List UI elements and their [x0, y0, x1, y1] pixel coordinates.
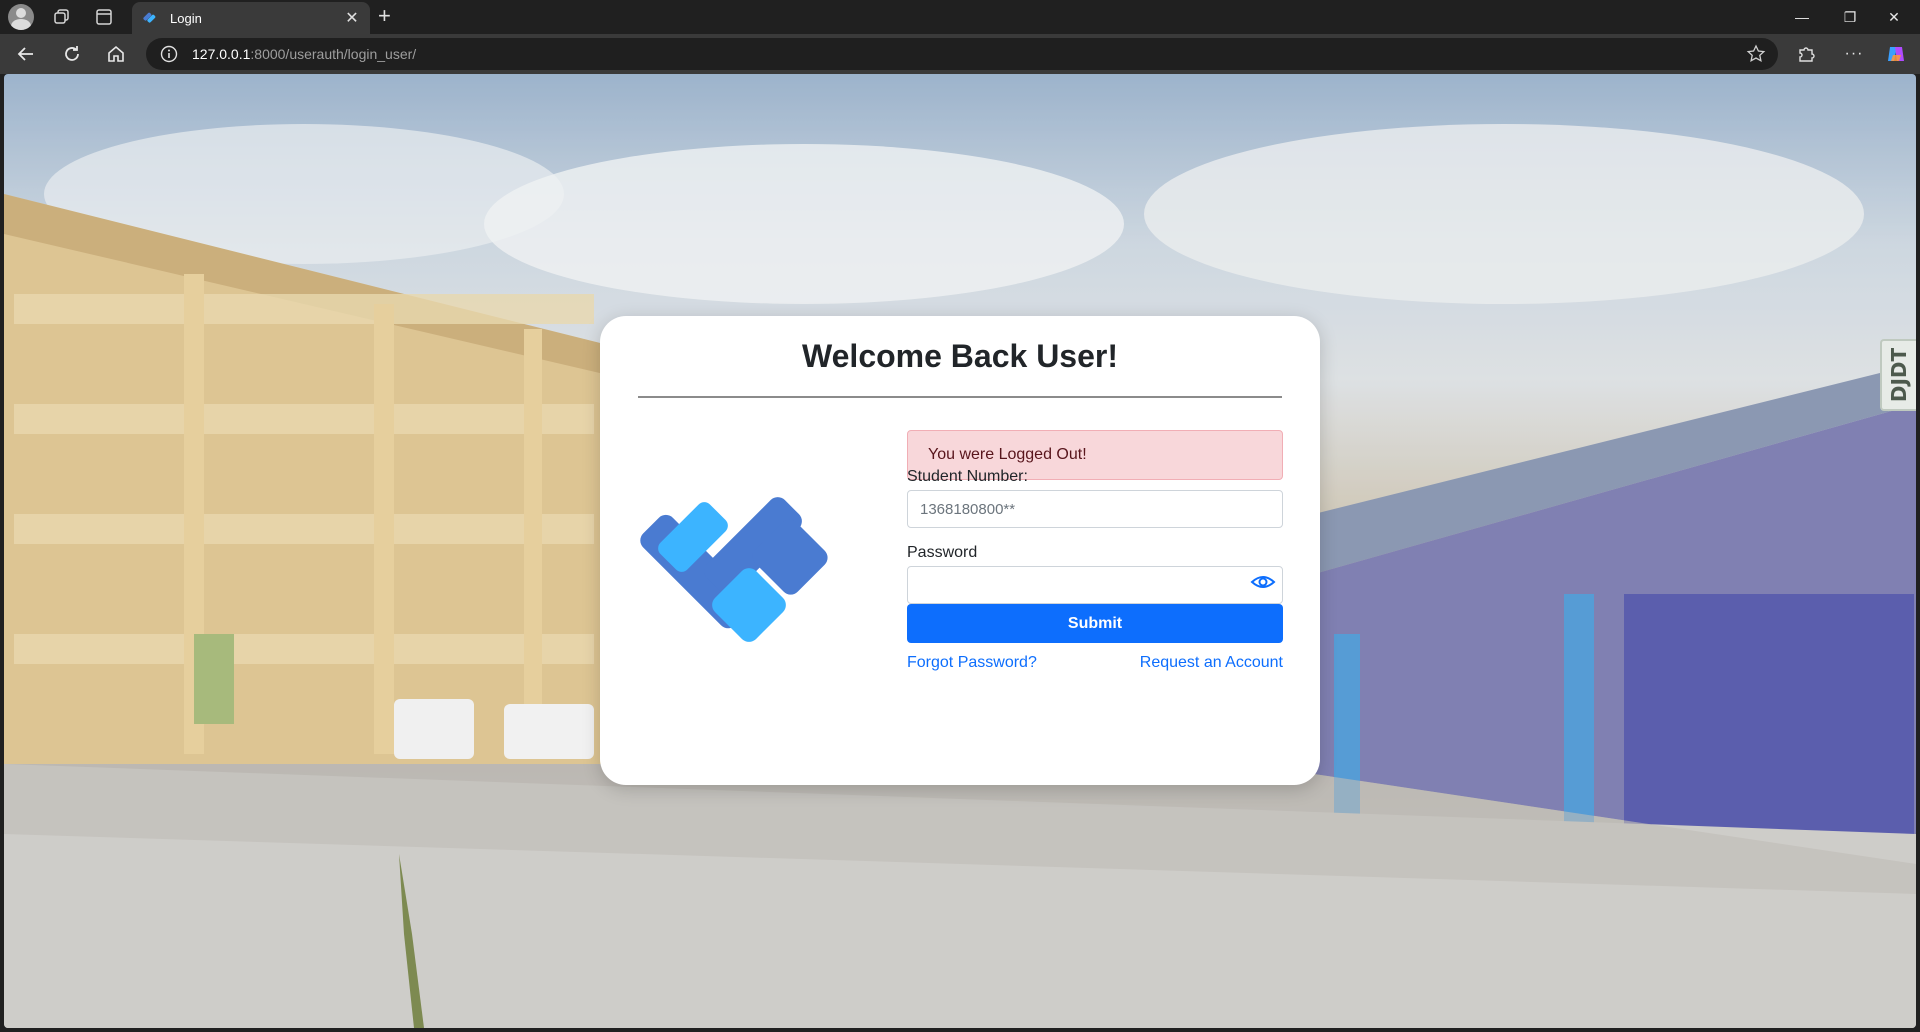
close-window-button[interactable]: ✕ — [1872, 3, 1916, 31]
password-label: Password — [907, 544, 978, 561]
site-favicon-icon — [143, 12, 156, 23]
page-viewport: Welcome Back User! You were Logged Out! … — [4, 74, 1916, 1028]
password-input[interactable] — [907, 566, 1283, 604]
forgot-password-link[interactable]: Forgot Password? — [907, 654, 1037, 672]
student-number-label: Student Number: — [907, 468, 1028, 485]
url-path: :8000/userauth/login_user/ — [250, 46, 417, 62]
submit-button[interactable]: Submit — [907, 604, 1283, 643]
login-card: Welcome Back User! You were Logged Out! … — [600, 316, 1320, 785]
page-title: Welcome Back User! — [802, 338, 1118, 374]
browser-toolbar: 127.0.0.1:8000/userauth/login_user/ ··· — [0, 34, 1920, 74]
back-arrow-icon[interactable] — [12, 40, 40, 68]
eye-icon[interactable] — [1250, 572, 1276, 592]
info-icon[interactable] — [160, 45, 178, 63]
debug-toolbar-label: DJDT — [1887, 347, 1912, 403]
star-icon[interactable] — [1746, 44, 1766, 64]
copilot-icon[interactable] — [1882, 40, 1910, 68]
student-number-input[interactable] — [907, 490, 1283, 528]
home-icon[interactable] — [102, 40, 130, 68]
close-tab-icon[interactable]: ✕ — [340, 6, 364, 30]
tab-actions-icon[interactable] — [90, 3, 118, 31]
tab-title: Login — [170, 10, 202, 26]
address-bar[interactable]: 127.0.0.1:8000/userauth/login_user/ — [146, 38, 1778, 70]
minimize-button[interactable]: — — [1780, 3, 1824, 31]
puzzle-icon[interactable] — [1792, 40, 1820, 68]
debug-toolbar-tab[interactable]: DJDT — [1880, 339, 1916, 411]
alert-text: You were Logged Out! — [928, 446, 1087, 463]
restore-button[interactable]: ❐ — [1828, 3, 1872, 31]
more-menu-button[interactable]: ··· — [1840, 40, 1868, 68]
new-tab-button[interactable]: + — [378, 3, 391, 29]
profile-icon[interactable] — [8, 4, 34, 30]
title-divider — [638, 396, 1282, 398]
request-account-link[interactable]: Request an Account — [1140, 654, 1283, 672]
reload-icon[interactable] — [58, 40, 86, 68]
app-logo — [640, 497, 828, 642]
workspaces-icon[interactable] — [48, 3, 76, 31]
tab-bar: Login ✕ + — ❐ ✕ — [0, 0, 1920, 34]
url-host: 127.0.0.1 — [192, 46, 251, 62]
tab-login[interactable]: Login ✕ — [132, 2, 370, 34]
